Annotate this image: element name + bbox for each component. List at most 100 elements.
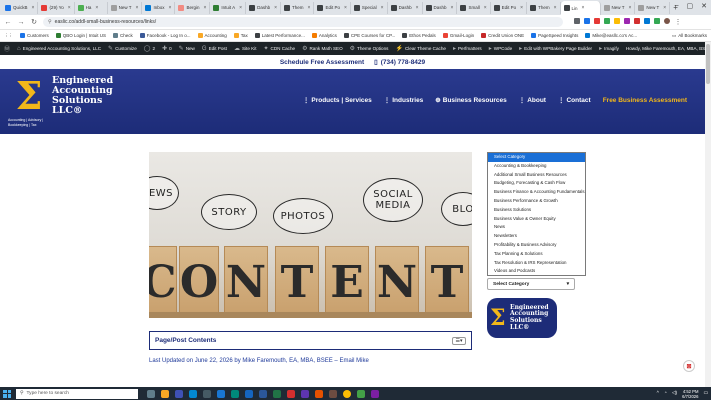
back-icon[interactable]: ← <box>4 19 12 26</box>
category-option[interactable]: Tax Resolution & IRS Representation <box>488 259 585 268</box>
browser-tab[interactable]: Dashb × <box>423 1 458 14</box>
category-option[interactable]: Tax Planning & Solutions <box>488 250 585 259</box>
wp-admin-item[interactable]: ⚙ Rank Math SEO <box>302 45 343 52</box>
tab-close-icon[interactable]: × <box>68 5 71 11</box>
chrome-icon[interactable] <box>343 389 351 398</box>
file-explorer-icon[interactable] <box>161 389 169 398</box>
wp-admin-item[interactable]: ⚙ Theme Options <box>350 45 389 52</box>
bookmark-item[interactable]: Credit Union ONE <box>481 33 524 38</box>
tab-close-icon[interactable]: × <box>663 5 666 11</box>
pdf-app-icon[interactable] <box>287 389 295 398</box>
tab-close-icon[interactable]: × <box>203 5 206 11</box>
browser-tab[interactable]: Them × <box>281 1 315 14</box>
tab-close-icon[interactable]: × <box>95 5 98 11</box>
nav-contact[interactable]: ⋮ Contact <box>558 96 591 105</box>
tab-close-icon[interactable]: × <box>32 5 35 11</box>
app-icon[interactable] <box>329 389 337 398</box>
notifications-icon[interactable]: ▭ <box>703 391 708 396</box>
tab-close-icon[interactable]: × <box>274 5 277 11</box>
bookmark-item[interactable]: Ethos Pedals <box>402 33 436 38</box>
category-option[interactable]: Select Category <box>488 153 585 162</box>
extension-icon[interactable] <box>584 18 590 24</box>
wp-admin-item[interactable]: ▸ Edit with WPBakery Page Builder <box>519 45 592 52</box>
bookmark-item[interactable]: Tax <box>233 33 248 38</box>
schedule-assessment-link[interactable]: Schedule Free Assessment <box>280 59 364 66</box>
volume-icon[interactable]: ◁) <box>672 391 677 396</box>
category-option[interactable]: Additional Small Business Resources <box>488 171 585 180</box>
chevron-up-icon[interactable]: ^ <box>657 391 659 396</box>
bookmark-item[interactable]: Facebook - Log In o... <box>139 33 191 38</box>
browser-tab[interactable]: Dashb × <box>388 1 423 14</box>
browser-tab[interactable]: Special × <box>351 1 388 14</box>
taskbar-search-input[interactable]: ⚲ Type here to search <box>16 388 138 399</box>
category-option[interactable]: Profitability & Business Advisory <box>488 241 585 250</box>
wp-admin-item[interactable]: ✚ 0 <box>162 45 172 52</box>
app-icon[interactable] <box>245 389 253 398</box>
category-option[interactable]: Business Finance & Accounting Fundamenta… <box>488 188 585 197</box>
category-option[interactable]: Accounting & Bookkeeping <box>488 162 585 171</box>
extension-icon[interactable] <box>594 18 600 24</box>
apps-grid-icon[interactable]: ⋮⋮ <box>4 33 13 39</box>
app-icon[interactable] <box>315 389 323 398</box>
browser-tab[interactable]: Intuit A × <box>210 1 247 14</box>
tab-close-icon[interactable]: × <box>381 5 384 11</box>
network-icon[interactable]: ◔ <box>664 391 667 396</box>
tab-close-icon[interactable]: × <box>484 5 487 11</box>
browser-tab[interactable]: Edit Po × <box>491 1 528 14</box>
category-option[interactable]: Business Performance & Growth <box>488 197 585 206</box>
tab-close-icon[interactable]: × <box>239 5 242 11</box>
browser-tab[interactable]: Small × <box>457 1 491 14</box>
browser-tab[interactable]: Them × <box>527 1 561 14</box>
wp-admin-item[interactable]: ◯ 2 <box>144 45 155 52</box>
tab-close-icon[interactable]: × <box>582 5 585 11</box>
nav-industries[interactable]: ⋮ Industries <box>384 96 424 105</box>
browser-tab[interactable]: Ha × <box>75 1 108 14</box>
tab-close-icon[interactable]: × <box>344 5 347 11</box>
extension-icon[interactable] <box>604 18 610 24</box>
bookmark-item[interactable]: Gmail-Login <box>442 33 474 38</box>
tab-close-icon[interactable]: × <box>136 5 139 11</box>
bookmark-item[interactable]: Customers <box>20 33 49 38</box>
bookmark-item[interactable]: QBO Login | Intuit US <box>55 33 106 38</box>
category-dropdown-list[interactable]: Select Category Accounting & Bookkeeping A… <box>487 152 586 276</box>
browser-tab[interactable]: Bergin × <box>175 1 211 14</box>
phone-link[interactable]: ▯ (734) 778-8429 <box>374 58 425 67</box>
tab-close-icon[interactable]: × <box>308 5 311 11</box>
nav-business-resources[interactable]: ⊕ Business Resources <box>435 96 506 105</box>
wp-admin-item[interactable]: ✎ New <box>179 45 195 52</box>
app-icon[interactable] <box>371 389 379 398</box>
category-option[interactable]: Budgeting, Forecasting & Cash Flow <box>488 179 585 188</box>
task-view-icon[interactable] <box>147 389 155 398</box>
tab-close-icon[interactable]: × <box>416 5 419 11</box>
url-input[interactable]: ⚲ easlic.co/addl-small-business-resource… <box>43 17 563 27</box>
browser-tab[interactable]: Inbox × <box>142 1 176 14</box>
minimize-icon[interactable]: – <box>675 2 679 10</box>
mail-icon[interactable] <box>189 389 197 398</box>
close-window-icon[interactable]: ✕ <box>701 2 707 10</box>
toc-toggle-button[interactable]: ☰▾ <box>452 336 466 345</box>
tab-close-icon[interactable]: × <box>451 5 454 11</box>
bookmark-item[interactable]: Mike@easllc.co's Ac... <box>585 33 637 38</box>
wp-admin-item[interactable]: ▸ WPCode <box>489 45 512 52</box>
extension-icon[interactable] <box>614 18 620 24</box>
app-icon[interactable] <box>357 389 365 398</box>
category-option[interactable]: Newsletters <box>488 232 585 241</box>
bookmark-item[interactable]: Latest Performance... <box>254 33 305 38</box>
category-option[interactable]: Business Solutions <box>488 206 585 215</box>
tab-close-icon[interactable]: × <box>554 5 557 11</box>
category-option[interactable]: Videos and Podcasts <box>488 267 585 276</box>
tab-close-icon[interactable]: × <box>628 5 631 11</box>
browser-tab[interactable]: New T × <box>108 1 143 14</box>
wp-admin-item[interactable]: ✎ Customize <box>108 45 137 52</box>
scrollbar-thumb[interactable] <box>706 44 710 84</box>
wp-admin-item[interactable]: ☁ Site Kit <box>234 45 257 52</box>
maximize-icon[interactable]: ▢ <box>687 2 694 10</box>
category-select[interactable]: Select Category ▾ <box>487 278 575 290</box>
reload-icon[interactable]: ↻ <box>30 18 38 26</box>
extension-icon[interactable] <box>634 18 640 24</box>
wordpress-logo-icon[interactable]: Ⓦ <box>4 44 10 53</box>
nav-products-services[interactable]: ⋮ Products | Services <box>303 96 372 105</box>
tab-close-icon[interactable]: × <box>168 5 171 11</box>
excel-icon[interactable] <box>273 389 281 398</box>
sidebar-logo[interactable]: Σ Engineered Accounting Solutions LLC® <box>487 298 557 338</box>
